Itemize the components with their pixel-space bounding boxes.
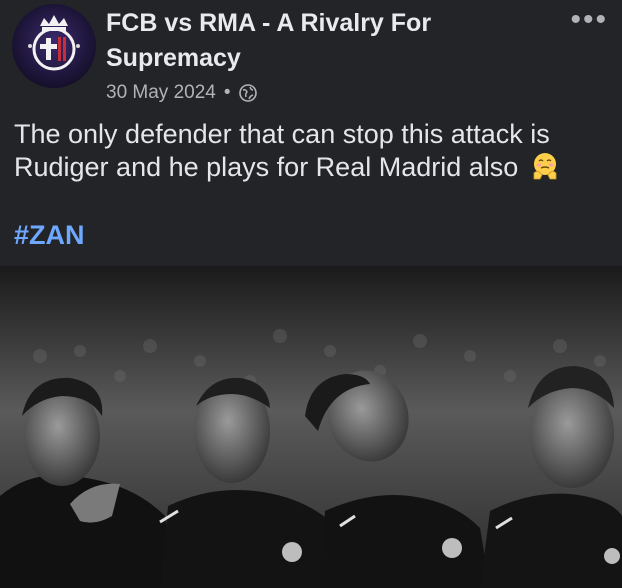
meta-separator: •	[223, 82, 231, 103]
post-body: The only defender that can stop this att…	[14, 119, 550, 182]
page-avatar[interactable]	[12, 4, 96, 88]
post-date[interactable]: 30 May 2024	[106, 82, 216, 104]
post-header: FCB vs RMA - A Rivalry For Supremacy 30 …	[0, 0, 622, 110]
page-name[interactable]: FCB vs RMA - A Rivalry For Supremacy	[106, 6, 546, 76]
post-text: The only defender that can stop this att…	[14, 118, 610, 184]
hashtag-link[interactable]: #ZAN	[14, 220, 85, 251]
club-crest-logo	[12, 4, 96, 88]
globe-icon	[238, 84, 257, 102]
team-photo	[0, 266, 622, 588]
face-holding-back-tears-icon	[533, 153, 557, 180]
post-photo[interactable]	[0, 266, 622, 588]
more-options-icon[interactable]: •••	[570, 5, 608, 35]
post-meta: 30 May 2024 •	[106, 80, 257, 106]
